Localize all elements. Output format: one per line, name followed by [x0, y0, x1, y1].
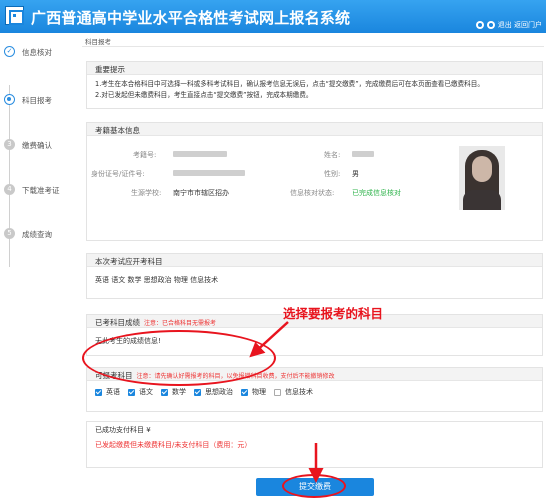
- system-logo-icon: [5, 6, 24, 25]
- subject-checkbox-math[interactable]: 数学: [161, 387, 186, 397]
- unpaid-subjects-panel: 已发起缴费但未缴费科目/未支付科目（费用：元）: [86, 438, 543, 468]
- subject-checkbox-physics[interactable]: 物理: [241, 387, 266, 397]
- user-area: 退出 返回门户: [475, 20, 542, 30]
- subject-checkbox-english[interactable]: 英语: [95, 387, 120, 397]
- open-subjects-panel: 本次考试应开考科目 英语 语文 数学 思想政治 物理 信息技术: [86, 253, 543, 299]
- step-number: 5: [4, 228, 15, 239]
- subject-checkbox-politics[interactable]: 思想政治: [194, 387, 233, 397]
- checkbox-checked-icon[interactable]: [95, 388, 102, 396]
- gender-value: 男: [352, 170, 359, 178]
- step-download-ticket[interactable]: 4 下载准考证: [0, 181, 82, 197]
- check-status-label: 信息核对状态:: [290, 189, 335, 197]
- logout-return-links[interactable]: 退出 返回门户: [498, 20, 542, 30]
- notice-title: 重要提示: [87, 62, 542, 75]
- notice-panel: 重要提示 1.考生在本合格科目中可选择一科或多科考试科目，确认报考信息无误后，点…: [86, 61, 543, 109]
- step-number: 3: [4, 139, 15, 150]
- passed-note: 注意：已合格科目无需报考: [144, 320, 217, 327]
- student-photo: [459, 146, 505, 210]
- step-label: 缴费确认: [22, 141, 52, 150]
- top-header: 广西普通高中学业水平合格性考试网上报名系统 退出 返回门户: [0, 0, 546, 33]
- checkbox-checked-icon[interactable]: [194, 388, 201, 396]
- breadcrumb-divider: [82, 46, 544, 47]
- open-subjects-value: 英语 语文 数学 思想政治 物理 信息技术: [95, 276, 219, 284]
- notice-line-2: 2.对已发起但未缴费科目，考生直接点击“提交缴费”按钮，完成本期缴费。: [95, 91, 313, 99]
- exam-no-label: 考籍号:: [133, 151, 157, 159]
- checkbox-unchecked-icon[interactable]: [274, 388, 281, 396]
- checkbox-checked-icon[interactable]: [241, 388, 248, 396]
- unpaid-title: 已发起缴费但未缴费科目/未支付科目（费用：元）: [95, 441, 252, 449]
- step-label: 科目报考: [22, 96, 52, 105]
- step-score-query[interactable]: 5 成绩查询: [0, 225, 82, 241]
- main-content: 科目报考 重要提示 1.考生在本合格科目中可选择一科或多科考试科目，确认报考信息…: [82, 33, 546, 502]
- checkbox-checked-icon[interactable]: [128, 388, 135, 396]
- step-info-check[interactable]: ✓ 信息核对: [0, 43, 82, 59]
- checkbox-checked-icon[interactable]: [161, 388, 168, 396]
- check-icon: ✓: [4, 46, 15, 57]
- home-icon[interactable]: [486, 21, 495, 29]
- paid-title: 已成功支付科目 ¥: [95, 426, 151, 434]
- school-value: 南宁市市辖区招办: [173, 189, 229, 197]
- step-payment-confirm[interactable]: 3 缴费确认: [0, 136, 82, 152]
- open-subjects-title: 本次考试应开考科目: [87, 254, 542, 267]
- system-title: 广西普通高中学业水平合格性考试网上报名系统: [31, 9, 351, 27]
- check-status-value: 已完成信息核对: [352, 189, 401, 197]
- annotation-text: 选择要报考的科目: [283, 306, 384, 321]
- step-number: 4: [4, 184, 15, 195]
- basic-info-panel: 考籍基本信息 考籍号: 身份证号/证件号: 生源学校: 南宁市市辖区招办 姓名:…: [86, 122, 543, 241]
- step-sidebar: ✓ 信息核对 科目报考 3 缴费确认 4 下载准考证 5 成绩查询: [0, 33, 82, 502]
- passed-title: 已考科目成绩: [95, 318, 140, 327]
- subject-checkbox-it[interactable]: 信息技术: [274, 387, 313, 397]
- step-subject-register[interactable]: 科目报考: [0, 91, 82, 107]
- current-step-icon: [4, 94, 15, 105]
- user-icon[interactable]: [475, 21, 484, 29]
- breadcrumb: 科目报考: [85, 38, 111, 46]
- notice-line-1: 1.考生在本合格科目中可选择一科或多科考试科目，确认报考信息无误后，点击“提交缴…: [95, 80, 484, 88]
- step-label: 下载准考证: [22, 186, 60, 195]
- name-value: [352, 151, 374, 157]
- gender-label: 性别:: [324, 170, 341, 178]
- annotation-ellipse-submit: [282, 474, 346, 498]
- name-label: 姓名:: [324, 151, 341, 159]
- exam-no-value: [173, 151, 227, 157]
- subject-checkbox-group: 英语 语文 数学 思想政治 物理 信息技术: [95, 387, 321, 397]
- id-value: [173, 170, 245, 176]
- subject-checkbox-chinese[interactable]: 语文: [128, 387, 153, 397]
- id-label: 身份证号/证件号:: [91, 170, 145, 178]
- basic-info-title: 考籍基本信息: [87, 123, 542, 136]
- school-label: 生源学校:: [131, 189, 162, 197]
- step-label: 信息核对: [22, 48, 52, 57]
- annotation-ellipse-subjects: [82, 330, 276, 386]
- step-label: 成绩查询: [22, 230, 52, 239]
